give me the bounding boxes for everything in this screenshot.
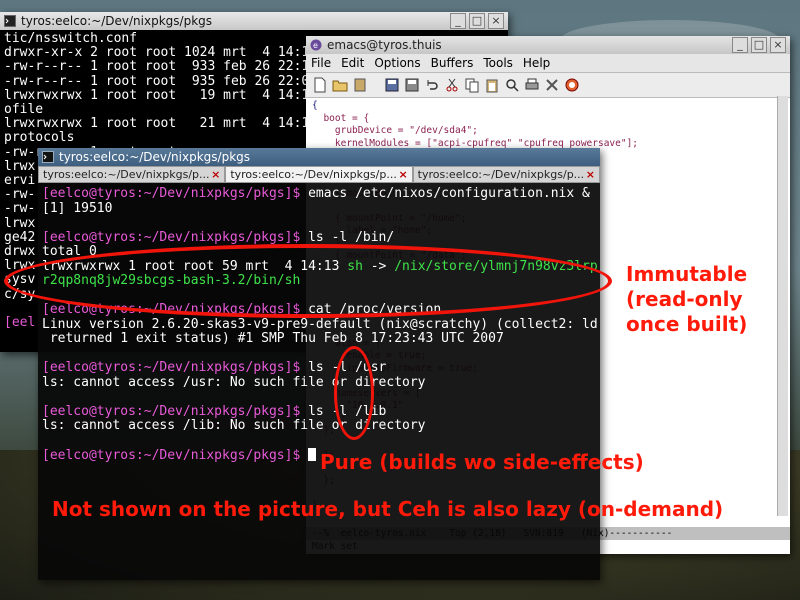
- menu-file[interactable]: File: [306, 56, 336, 70]
- close-button[interactable]: ×: [770, 37, 786, 53]
- preferences-icon[interactable]: [544, 77, 560, 93]
- pure-highlight-ellipse: [334, 346, 374, 440]
- shell-prompt: [eelco@tyros:~/Dev/nixpkgs/pkgs]$: [42, 186, 301, 201]
- maximize-button[interactable]: □: [751, 37, 767, 53]
- terminal-back-titlebar[interactable]: tyros:eelco:~/Dev/nixpkgs/pkgs _ □ ×: [0, 12, 508, 30]
- emacs-title: emacs@tyros.thuis: [327, 38, 442, 52]
- search-icon[interactable]: [504, 77, 520, 93]
- shell-prompt: [eelco@tyros:~/Dev/nixpkgs/pkgs]$: [42, 229, 301, 245]
- terminal-tab[interactable]: tyros:eelco:~/Dev/nixpkgs/p... ×: [38, 166, 226, 183]
- emacs-scrollbar[interactable]: [777, 96, 788, 516]
- save-as-icon[interactable]: [404, 77, 420, 93]
- tab-label: tyros:eelco:~/Dev/nixpkgs/p...: [43, 168, 210, 181]
- annotation-line: once built): [626, 312, 748, 336]
- menu-buffers[interactable]: Buffers: [426, 56, 479, 70]
- menu-options[interactable]: Options: [369, 56, 425, 70]
- terminal-icon: [42, 151, 54, 163]
- maximize-button[interactable]: □: [469, 13, 485, 29]
- menu-edit[interactable]: Edit: [336, 56, 369, 70]
- tab-label: tyros:eelco:~/Dev/nixpkgs/p...: [230, 168, 397, 181]
- code-line: boot = {: [312, 112, 370, 124]
- terminal-tab[interactable]: tyros:eelco:~/Dev/nixpkgs/p... ×: [412, 166, 600, 183]
- command: ls -l /bin/: [300, 229, 395, 245]
- undo-icon[interactable]: [424, 77, 440, 93]
- terminal-tab-active[interactable]: tyros:eelco:~/Dev/nixpkgs/p... ×: [225, 166, 413, 183]
- save-icon[interactable]: [384, 77, 400, 93]
- svg-text:e: e: [313, 41, 318, 50]
- emacs-titlebar[interactable]: e emacs@tyros.thuis _ □ ×: [306, 36, 790, 54]
- new-file-icon[interactable]: [312, 77, 328, 93]
- immutable-annotation: Immutable (read-only once built): [626, 262, 747, 337]
- immutable-highlight-ellipse: [4, 244, 612, 318]
- output-line: Linux version 2.6.20-skas3-v9-pre9-defau…: [42, 316, 598, 332]
- tab-label: tyros:eelco:~/Dev/nixpkgs/p...: [417, 168, 585, 181]
- terminal-icon: [4, 15, 16, 27]
- annotation-line: (read-only: [626, 287, 743, 311]
- tab-close-icon[interactable]: ×: [586, 167, 595, 182]
- output-line: returned 1 exit status) #1 SMP Thu Feb 8…: [42, 331, 504, 346]
- tab-close-icon[interactable]: ×: [398, 167, 407, 182]
- output-line: [1] 19510: [42, 200, 113, 216]
- menu-help[interactable]: Help: [518, 56, 555, 70]
- code-line: {: [312, 100, 318, 111]
- terminal-tabs: tyros:eelco:~/Dev/nixpkgs/p... × tyros:ee…: [38, 166, 600, 183]
- pure-annotation: Pure (builds wo side-effects): [320, 450, 644, 474]
- annotation-line: Immutable: [626, 262, 748, 286]
- minimize-button[interactable]: _: [450, 13, 466, 29]
- close-file-icon[interactable]: [352, 77, 368, 93]
- close-button[interactable]: ×: [488, 13, 504, 29]
- emacs-icon: e: [310, 39, 322, 51]
- print-icon[interactable]: [524, 77, 540, 93]
- menu-tools[interactable]: Tools: [478, 56, 518, 70]
- shell-prompt: [eelco@tyros:~/Dev/nixpkgs/pkgs]$: [42, 360, 301, 375]
- terminal-front-titlebar[interactable]: tyros:eelco:~/Dev/nixpkgs/pkgs: [38, 148, 600, 166]
- terminal-back-title: tyros:eelco:~/Dev/nixpkgs/pkgs: [21, 14, 213, 28]
- cut-icon[interactable]: [444, 77, 460, 93]
- terminal-front-title: tyros:eelco:~/Dev/nixpkgs/pkgs: [59, 150, 251, 164]
- open-folder-icon[interactable]: [332, 77, 348, 93]
- text-cursor: [308, 448, 317, 461]
- terminal-front-output[interactable]: [eelco@tyros:~/Dev/nixpkgs/pkgs]$ emacs …: [38, 183, 600, 464]
- minimize-button[interactable]: _: [732, 37, 748, 53]
- shell-prompt: [eelco@tyros:~/Dev/nixpkgs/pkgs]$: [42, 403, 301, 419]
- code-line: grubDevice = "/dev/sda4";: [312, 125, 478, 136]
- tab-close-icon[interactable]: ×: [211, 167, 220, 182]
- copy-icon[interactable]: [464, 77, 480, 93]
- command: emacs /etc/nixos/configuration.nix &: [300, 186, 590, 201]
- paste-icon[interactable]: [484, 77, 500, 93]
- emacs-toolbar: [306, 73, 790, 98]
- shell-prompt: [eelco@tyros:~/Dev/nixpkgs/pkgs]$: [42, 448, 309, 463]
- help-icon[interactable]: [564, 77, 580, 93]
- lazy-annotation: Not shown on the picture, but Ceh is als…: [52, 497, 724, 521]
- emacs-menubar: File Edit Options Buffers Tools Help: [306, 54, 790, 73]
